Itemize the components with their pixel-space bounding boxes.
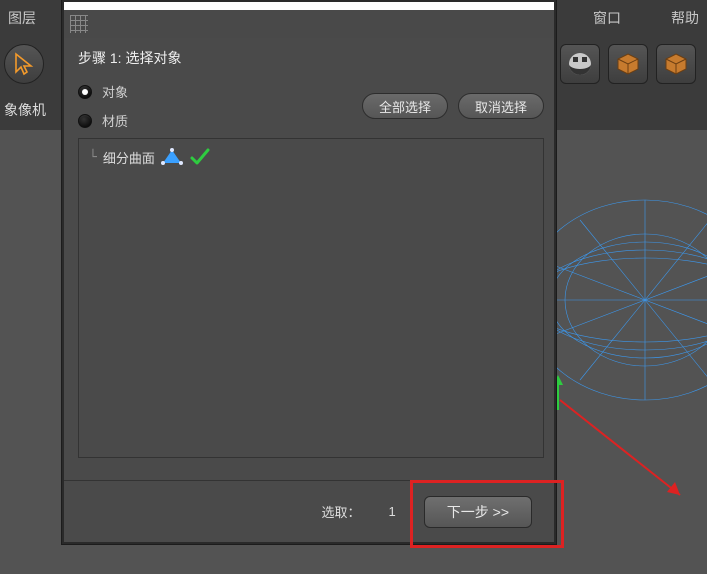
cube-button-1[interactable] [608, 44, 648, 84]
bake-wizard-dialog: 步骤 1: 选择对象 对象 材质 全部选择 取消选择 └ 细分曲面 [62, 0, 556, 544]
move-tool-button[interactable] [4, 44, 44, 84]
step-title: 步骤 1: 选择对象 [78, 48, 544, 68]
radio-object[interactable]: 对象 [78, 82, 128, 101]
dialog-body: 步骤 1: 选择对象 对象 材质 全部选择 取消选择 └ 细分曲面 [64, 38, 554, 466]
radio-material-label: 材质 [102, 111, 128, 130]
cube-icon [615, 51, 641, 77]
selected-count: 1 [389, 504, 396, 519]
object-tree[interactable]: └ 细分曲面 [78, 138, 544, 458]
menu-layers[interactable]: 图层 [8, 8, 36, 28]
cube-button-2[interactable] [656, 44, 696, 84]
material-checker-button[interactable] [560, 44, 600, 84]
cursor-icon [12, 52, 36, 76]
selected-label: 选取： [322, 502, 361, 521]
menu-window[interactable]: 窗口 [593, 8, 621, 28]
viewport-toolbar: 象像机 [0, 95, 50, 125]
tree-row[interactable]: └ 细分曲面 [85, 145, 537, 169]
dialog-footer: 选取： 1 下一步 >> [64, 480, 554, 542]
tree-item-label: 细分曲面 [103, 148, 155, 167]
camera-label[interactable]: 象像机 [4, 100, 46, 120]
radio-indicator [78, 114, 92, 128]
grid-icon[interactable] [70, 15, 88, 33]
menu-help[interactable]: 帮助 [671, 8, 699, 28]
dialog-titlebar[interactable] [64, 2, 554, 10]
dialog-toolstrip [64, 10, 554, 38]
checker-sphere-icon [567, 51, 593, 77]
target-radio-group: 对象 材质 [78, 82, 128, 130]
tree-branch-icon: └ [89, 150, 97, 165]
cube-icon [663, 51, 689, 77]
select-all-button[interactable]: 全部选择 [362, 93, 448, 119]
deselect-button[interactable]: 取消选择 [458, 93, 544, 119]
subdivision-surface-icon [161, 148, 183, 166]
radio-indicator [78, 85, 92, 99]
next-button[interactable]: 下一步 >> [424, 496, 532, 528]
radio-material[interactable]: 材质 [78, 111, 128, 130]
radio-object-label: 对象 [102, 82, 128, 101]
check-icon [189, 147, 211, 167]
